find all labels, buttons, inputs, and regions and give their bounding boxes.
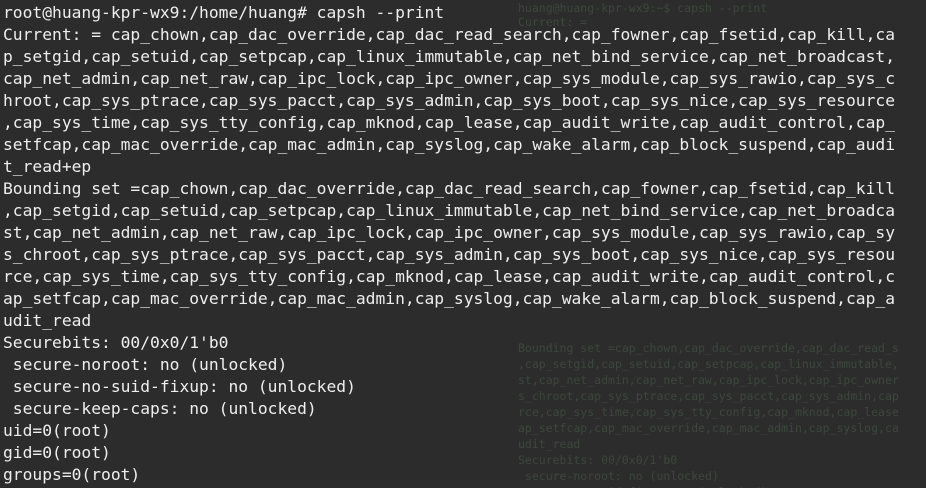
terminal-line: uid=0(root) <box>3 421 111 440</box>
terminal-line: ap_setfcap,cap_mac_override,cap_mac_admi… <box>3 289 895 308</box>
terminal-line: gid=0(root) <box>3 443 111 462</box>
terminal-line: secure-noroot: no (unlocked) <box>3 355 288 374</box>
terminal-line: secure-no-suid-fixup: no (unlocked) <box>3 377 356 396</box>
terminal-line: setfcap,cap_mac_override,cap_mac_admin,c… <box>3 135 895 154</box>
terminal-line: s_chroot,cap_sys_ptrace,cap_sys_pacct,ca… <box>3 245 895 264</box>
terminal-line: cap_net_admin,cap_net_raw,cap_ipc_lock,c… <box>3 69 895 88</box>
terminal-line: ,cap_setgid,cap_setuid,cap_setpcap,cap_l… <box>3 201 895 220</box>
terminal-line: p_setgid,cap_setuid,cap_setpcap,cap_linu… <box>3 47 895 66</box>
terminal-line: rce,cap_sys_time,cap_sys_tty_config,cap_… <box>3 267 895 286</box>
terminal-line: udit_read <box>3 311 92 330</box>
terminal-line: st,cap_net_admin,cap_net_raw,cap_ipc_loc… <box>3 223 895 242</box>
terminal-line: ,cap_sys_time,cap_sys_tty_config,cap_mkn… <box>3 113 895 132</box>
terminal-line: groups=0(root) <box>3 465 141 484</box>
terminal-line: Securebits: 00/0x0/1'b0 <box>3 333 229 352</box>
terminal-output: root@huang-kpr-wx9:/home/huang# capsh --… <box>3 2 923 486</box>
terminal-line: Current: = cap_chown,cap_dac_override,ca… <box>3 25 895 44</box>
terminal-line: Bounding set =cap_chown,cap_dac_override… <box>3 179 895 198</box>
terminal-line: hroot,cap_sys_ptrace,cap_sys_pacct,cap_s… <box>3 91 895 110</box>
terminal-line: t_read+ep <box>3 157 92 176</box>
terminal-line: root@huang-kpr-wx9:/home/huang# capsh --… <box>3 3 445 22</box>
terminal-window[interactable]: huang@huang-kpr-wx9:~$ capsh --print Curr… <box>0 0 926 488</box>
terminal-line: secure-keep-caps: no (unlocked) <box>3 399 317 418</box>
